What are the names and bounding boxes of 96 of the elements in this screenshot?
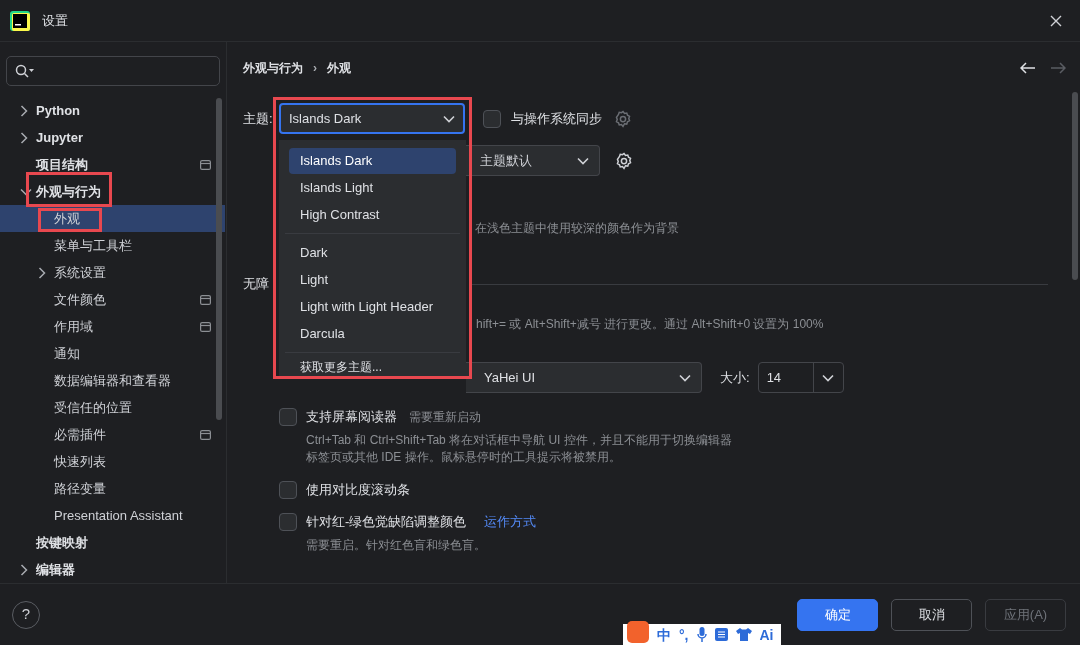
tree-item-label: 数据编辑器和查看器 [54, 371, 171, 390]
tree-item[interactable]: Python [0, 97, 225, 124]
tree-item[interactable]: 作用域 [0, 313, 225, 340]
back-arrow-icon[interactable] [1020, 62, 1036, 74]
chevron-right-icon[interactable] [20, 563, 28, 576]
size-combo[interactable]: 14 [757, 362, 844, 393]
menu-item[interactable]: Light with Light Header [289, 294, 456, 320]
scheme-dropdown[interactable]: 主题默认 [466, 145, 600, 176]
checkbox[interactable] [279, 513, 297, 531]
tree-item-label: 编辑器 [36, 560, 75, 579]
tree-item[interactable]: 受信任的位置 [0, 394, 225, 421]
chevron-right-icon[interactable] [20, 131, 28, 144]
ime-label[interactable]: 中 [657, 627, 671, 642]
chevron-right-icon[interactable] [38, 266, 46, 279]
checkbox-label: 支持屏幕阅读器 [306, 408, 397, 427]
checkbox-label: 使用对比度滚动条 [306, 481, 410, 500]
menu-item[interactable]: High Contrast [289, 202, 456, 228]
tree-item[interactable]: 编辑器 [0, 556, 225, 583]
tree-item[interactable]: 外观与行为 [0, 178, 225, 205]
app-logo-icon [10, 10, 30, 31]
hint-text: 需要重启。针对红色盲和绿色盲。 [306, 537, 487, 554]
chevron-right-icon[interactable] [20, 104, 28, 117]
checkbox-label: 与操作系统同步 [511, 109, 602, 128]
tree-item[interactable]: 通知 [0, 340, 225, 367]
hint-text: 需要重新启动 [409, 409, 481, 426]
dialog-button[interactable]: 确定 [797, 598, 878, 631]
tree-item[interactable]: 系统设置 [0, 259, 225, 286]
hint-text: 标签页或其他 IDE 操作。鼠标悬停时的工具提示将被禁用。 [306, 449, 622, 466]
microphone-icon[interactable] [696, 627, 707, 642]
search-icon [15, 64, 35, 78]
help-link[interactable]: 运作方式 [484, 512, 537, 532]
tree-item[interactable]: Jupyter [0, 124, 225, 151]
close-icon[interactable] [1050, 14, 1062, 27]
checkbox[interactable] [483, 109, 501, 128]
chevron-down-icon [822, 373, 835, 382]
tree-item-label: Presentation Assistant [54, 506, 183, 525]
menu-item[interactable]: Islands Dark [289, 148, 456, 174]
hint-text: 在浅色主题中使用较深的颜色作为背景 [475, 220, 679, 237]
tree-item-label: 项目结构 [36, 155, 88, 174]
tree-item-label: 快速列表 [54, 452, 106, 471]
breadcrumb-current: 外观 [327, 60, 351, 77]
tree-item[interactable]: Presentation Assistant [0, 502, 225, 529]
checkbox-label: 针对红-绿色觉缺陷调整颜色 [306, 513, 467, 532]
menu-item[interactable]: 获取更多主题... [289, 358, 456, 376]
scrollbar[interactable] [1072, 92, 1078, 280]
checkbox[interactable] [279, 408, 297, 426]
chevron-down-icon[interactable] [20, 187, 32, 196]
tree-item-label: 外观与行为 [36, 182, 101, 201]
ime-logo-icon [627, 620, 649, 643]
checkbox[interactable] [279, 481, 297, 499]
window-title: 设置 [42, 11, 68, 30]
tree-item[interactable]: 文件颜色 [0, 286, 225, 313]
section-title: 无障 [243, 275, 269, 294]
keyboard-icon[interactable] [714, 628, 728, 641]
tree-item-label: 菜单与工具栏 [54, 236, 132, 255]
tree-item-label: Jupyter [36, 128, 83, 147]
tree-item[interactable]: 项目结构 [0, 151, 225, 178]
dialog-button[interactable]: 应用(A) [985, 598, 1066, 631]
tree-item-label: 路径变量 [54, 479, 106, 498]
tree-item-label: 必需插件 [54, 425, 106, 444]
scrollbar[interactable] [216, 98, 222, 420]
chevron-down-icon [679, 373, 691, 382]
tree-item-label: Python [36, 101, 81, 120]
shirt-icon[interactable] [735, 627, 752, 642]
tree-item-label: 按键映射 [36, 533, 88, 552]
ime-label[interactable]: Ai [759, 627, 774, 642]
tree-item[interactable]: 按键映射 [0, 529, 225, 556]
font-dropdown[interactable]: YaHei UI [466, 362, 702, 393]
size-label: 大小: [720, 368, 750, 387]
tree-item-label: 系统设置 [54, 263, 106, 282]
tree-item-label: 作用域 [54, 317, 93, 336]
chevron-down-icon [443, 114, 455, 123]
forward-arrow-icon[interactable] [1050, 62, 1066, 74]
tree-item-label: 文件颜色 [54, 290, 106, 309]
search-field[interactable] [6, 56, 220, 86]
tree-item[interactable]: 数据编辑器和查看器 [0, 367, 225, 394]
breadcrumb-link[interactable]: 外观与行为 [243, 59, 303, 77]
tree-item-label: 通知 [54, 344, 80, 363]
dialog-button[interactable]: 取消 [891, 598, 972, 631]
tree-item[interactable]: 必需插件 [0, 421, 225, 448]
tree-item-label: 外观 [54, 209, 80, 228]
ime-label[interactable]: °, [679, 627, 689, 642]
menu-item[interactable]: Dark [289, 240, 456, 266]
menu-item[interactable]: Light [289, 267, 456, 293]
hint-text: hift+= 或 Alt+Shift+减号 进行更改。通过 Alt+Shift+0 设置为 100% [476, 316, 824, 333]
tree-item[interactable]: 路径变量 [0, 475, 225, 502]
tree-item[interactable]: 菜单与工具栏 [0, 232, 225, 259]
menu-item[interactable]: Islands Light [289, 175, 456, 201]
tree-item[interactable]: 快速列表 [0, 448, 225, 475]
chevron-down-icon [577, 156, 589, 165]
theme-label: 主题: [243, 109, 274, 128]
theme-dropdown[interactable]: Islands Dark [279, 103, 465, 134]
breadcrumb-separator: › [313, 60, 317, 77]
menu-item[interactable]: Darcula [289, 321, 456, 347]
tree-item-label: 受信任的位置 [54, 398, 132, 417]
hint-text: Ctrl+Tab 和 Ctrl+Shift+Tab 将在对话框中导航 UI 控件，并且不能用于切换编辑器 [306, 432, 733, 449]
